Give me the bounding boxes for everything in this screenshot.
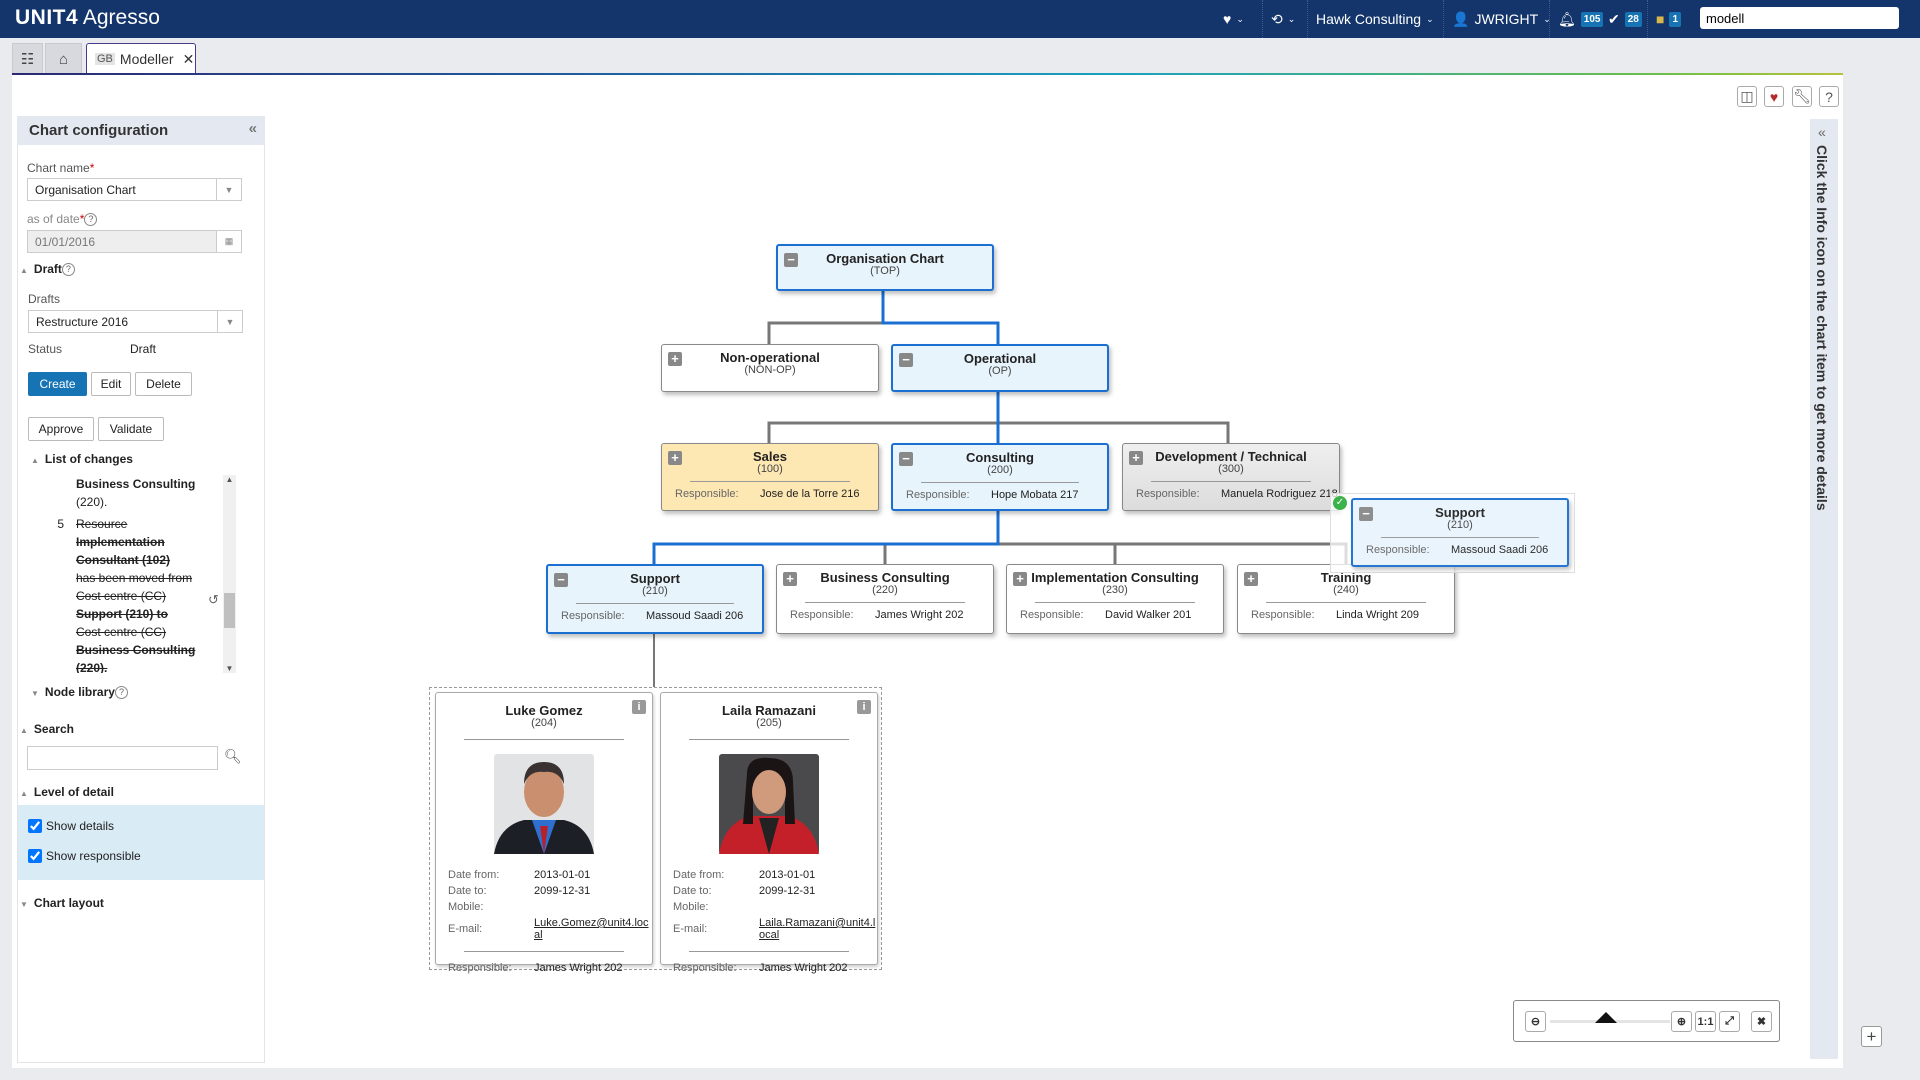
email-link[interactable]: Luke.Gomez@unit4.local xyxy=(534,917,652,941)
expand-node-icon[interactable]: + xyxy=(1129,451,1143,465)
org-node-non-operational[interactable]: + Non-operational (NON-OP) xyxy=(661,344,879,392)
compress-icon: ✖ xyxy=(1756,1016,1767,1028)
expand-node-icon[interactable]: + xyxy=(783,572,797,586)
person-photo xyxy=(719,754,819,854)
person-card[interactable]: i Luke Gomez (204) Date from: 2013-01-01 D… xyxy=(435,692,653,974)
person-photo xyxy=(494,754,594,854)
org-node-implementation-consulting[interactable]: + Implementation Consulting (230) Responsib… xyxy=(1006,564,1224,634)
org-node-training[interactable]: + Training (240) Responsible: Linda Wright 2… xyxy=(1237,564,1455,634)
collapse-node-icon[interactable]: − xyxy=(554,573,568,587)
zoom-out-button[interactable]: ⊖ xyxy=(1525,1011,1546,1032)
expand-icon: ⤢ xyxy=(1725,1015,1734,1027)
expand-node-icon[interactable]: + xyxy=(668,352,682,366)
connector-selected xyxy=(652,511,1000,564)
person-card[interactable]: i Laila Ramazani (205) Date from: 2013-01-… xyxy=(660,692,878,974)
org-chart-connectors xyxy=(652,291,1348,687)
drop-allowed-icon: ✓ xyxy=(1333,496,1347,510)
org-node-support[interactable]: − Support (210) Responsible: Massoud Saadi 2… xyxy=(546,564,764,634)
collapse-node-icon[interactable]: − xyxy=(784,253,798,267)
info-icon[interactable]: i xyxy=(632,700,646,714)
org-node-operational[interactable]: − Operational (OP) xyxy=(891,344,1109,392)
connector-selected xyxy=(881,291,1000,344)
collapse-node-icon[interactable]: − xyxy=(899,353,913,367)
org-node-consulting[interactable]: − Consulting (200) Responsible: Hope Mobata … xyxy=(891,443,1109,511)
expand-node-icon[interactable]: + xyxy=(1013,572,1027,586)
fullscreen-button[interactable]: ✖ xyxy=(1751,1011,1772,1032)
zoom-control: ⊖ ⊕ 1:1 ⤢ ✖ xyxy=(1513,1000,1780,1042)
dragged-node-support[interactable]: − Support (210) Responsible: Massoud Saadi 2… xyxy=(1351,498,1569,567)
collapse-node-icon[interactable]: − xyxy=(1359,507,1373,521)
expand-node-icon[interactable]: + xyxy=(1244,572,1258,586)
zoom-out-icon: ⊖ xyxy=(1530,1016,1541,1028)
info-icon[interactable]: i xyxy=(857,700,871,714)
connector xyxy=(767,321,883,344)
zoom-in-icon: ⊕ xyxy=(1676,1016,1687,1028)
email-link[interactable]: Laila.Ramazani@unit4.local xyxy=(759,917,877,941)
org-node-top[interactable]: − Organisation Chart (TOP) xyxy=(776,244,994,291)
zoom-in-button[interactable]: ⊕ xyxy=(1671,1011,1692,1032)
org-node-sales[interactable]: + Sales (100) Responsible: Jose de la Torre … xyxy=(661,443,879,511)
zoom-slider-handle[interactable] xyxy=(1595,1012,1617,1023)
org-node-business-consulting[interactable]: + Business Consulting (220) Responsible: Jam… xyxy=(776,564,994,634)
collapse-node-icon[interactable]: − xyxy=(899,452,913,466)
fit-button[interactable]: ⤢ xyxy=(1719,1011,1740,1032)
connector xyxy=(883,542,1348,564)
org-node-development[interactable]: + Development / Technical (300) Responsible… xyxy=(1122,443,1340,511)
actual-size-button[interactable]: 1:1 xyxy=(1695,1011,1716,1032)
expand-node-icon[interactable]: + xyxy=(668,451,682,465)
